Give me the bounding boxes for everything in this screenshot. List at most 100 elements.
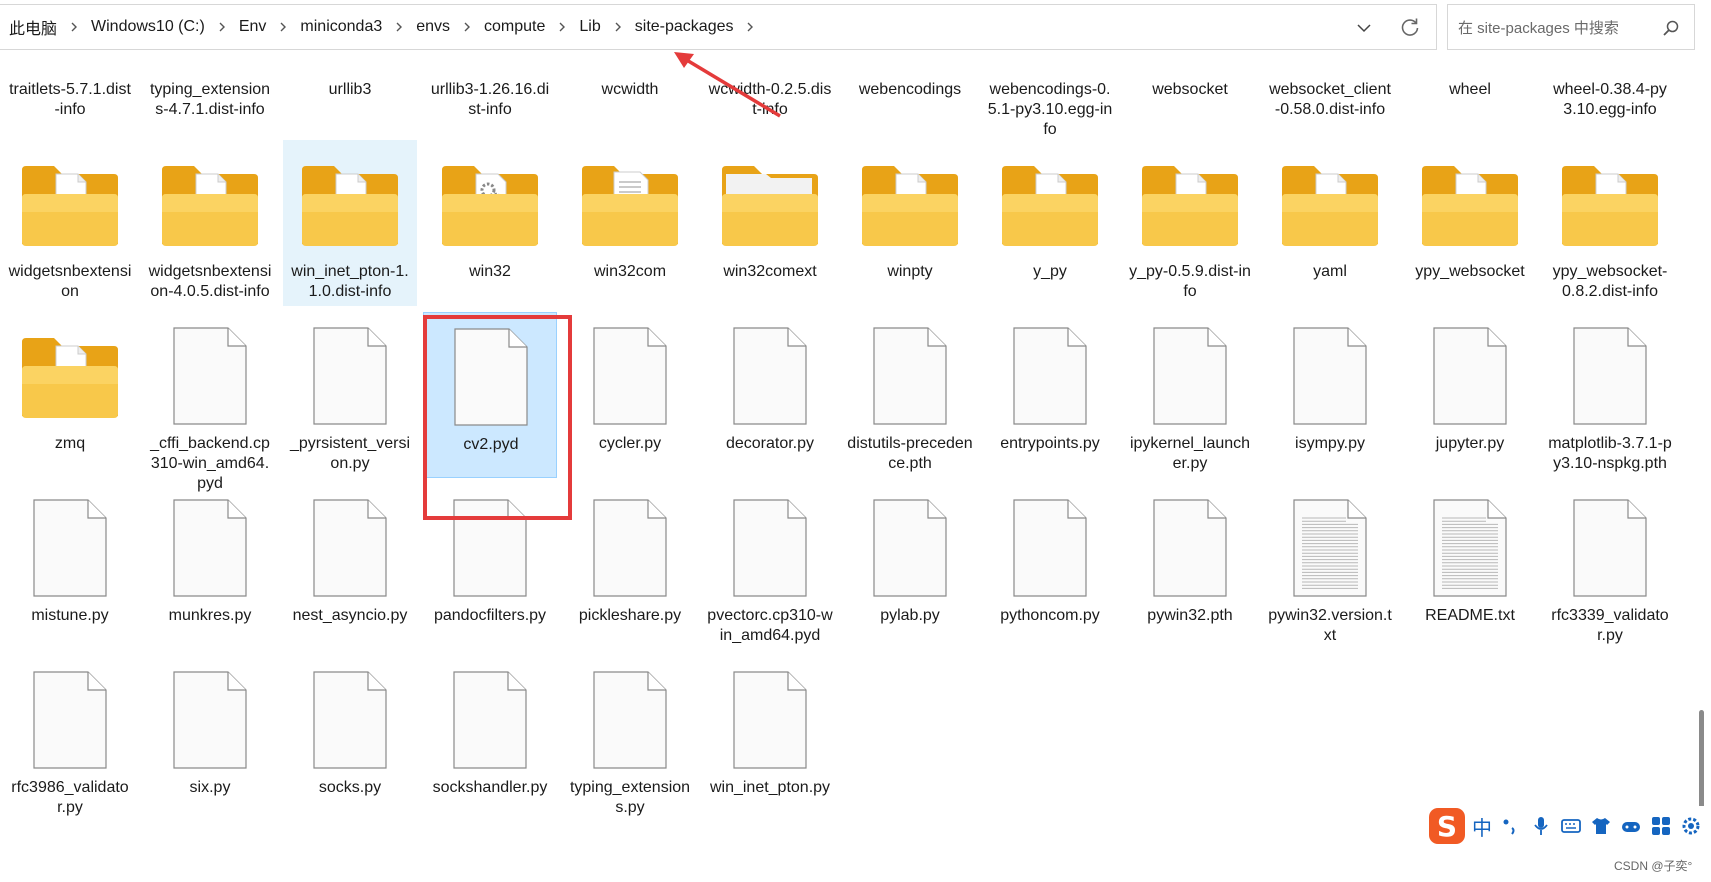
- folder-document-icon: [576, 152, 684, 260]
- file-item[interactable]: distutils-precedence.pth: [843, 312, 977, 492]
- chevron-right-icon[interactable]: [391, 21, 407, 33]
- file-item[interactable]: typing_extensions-4.7.1.dist-info: [143, 70, 277, 140]
- file-item[interactable]: pvectorc.cp310-win_amd64.pyd: [703, 484, 837, 664]
- file-name-label: cycler.py: [598, 435, 662, 452]
- settings-gear-icon[interactable]: [1680, 815, 1702, 837]
- chevron-down-icon[interactable]: [1353, 18, 1375, 38]
- file-item[interactable]: isympy.py: [1263, 312, 1397, 492]
- game-controller-icon[interactable]: [1620, 815, 1642, 837]
- folder-icon: [856, 152, 964, 260]
- file-item[interactable]: _pyrsistent_version.py: [283, 312, 417, 492]
- breadcrumb-item[interactable]: Lib: [570, 18, 609, 36]
- file-name-label: wheel: [1449, 81, 1491, 98]
- refresh-icon[interactable]: [1398, 15, 1422, 39]
- file-item[interactable]: cv2.pyd: [423, 312, 557, 478]
- file-name-label: munkres.py: [168, 607, 252, 624]
- file-item[interactable]: y_py: [983, 140, 1117, 320]
- file-item[interactable]: rfc3339_validator.py: [1543, 484, 1677, 664]
- chevron-right-icon[interactable]: [742, 21, 758, 33]
- file-item[interactable]: wcwidth-0.2.5.dist-info: [703, 70, 837, 140]
- file-item[interactable]: pylab.py: [843, 484, 977, 664]
- chevron-right-icon[interactable]: [66, 21, 82, 33]
- file-item[interactable]: matplotlib-3.7.1-py3.10-nspkg.pth: [1543, 312, 1677, 492]
- chevron-right-icon[interactable]: [554, 21, 570, 33]
- ime-mode-label[interactable]: 中: [1472, 812, 1492, 841]
- file-item[interactable]: nest_asyncio.py: [283, 484, 417, 664]
- breadcrumb-item[interactable]: site-packages: [626, 18, 743, 36]
- file-icon: [576, 496, 684, 604]
- keyboard-icon[interactable]: [1560, 815, 1582, 837]
- folder-icon: [996, 152, 1104, 260]
- vertical-scrollbar[interactable]: [1695, 52, 1711, 882]
- file-item[interactable]: pandocfilters.py: [423, 484, 557, 664]
- microphone-icon[interactable]: [1530, 815, 1552, 837]
- file-item[interactable]: sockshandler.py: [423, 656, 557, 836]
- file-icon: [716, 496, 824, 604]
- chevron-right-icon[interactable]: [610, 21, 626, 33]
- file-item[interactable]: websocket_client-0.58.0.dist-info: [1263, 70, 1397, 140]
- breadcrumb-item[interactable]: 此电脑: [0, 15, 66, 39]
- file-item[interactable]: ypy_websocket: [1403, 140, 1537, 320]
- breadcrumb-item[interactable]: Env: [230, 18, 276, 36]
- skin-shirt-icon[interactable]: [1590, 815, 1612, 837]
- file-item[interactable]: urllib3-1.26.16.dist-info: [423, 70, 557, 140]
- address-bar[interactable]: 此电脑 Windows10 (C:) Env miniconda3 envs comput…: [0, 4, 1437, 50]
- file-item[interactable]: README.txt: [1403, 484, 1537, 664]
- file-item[interactable]: ypy_websocket-0.8.2.dist-info: [1543, 140, 1677, 320]
- file-item[interactable]: socks.py: [283, 656, 417, 836]
- file-item[interactable]: pywin32.pth: [1123, 484, 1257, 664]
- file-name-label: ypy_websocket: [1415, 263, 1525, 280]
- toolbox-grid-icon[interactable]: [1650, 815, 1672, 837]
- file-icon: [716, 668, 824, 776]
- file-item[interactable]: win_inet_pton.py: [703, 656, 837, 836]
- chevron-right-icon[interactable]: [459, 21, 475, 33]
- file-item[interactable]: win_inet_pton-1.1.0.dist-info: [283, 140, 417, 306]
- file-icon: [576, 324, 684, 432]
- file-item[interactable]: wcwidth: [563, 70, 697, 140]
- file-item[interactable]: typing_extensions.py: [563, 656, 697, 836]
- punctuation-icon[interactable]: [1500, 815, 1522, 837]
- file-item[interactable]: y_py-0.5.9.dist-info: [1123, 140, 1257, 320]
- breadcrumb-item[interactable]: compute: [475, 18, 554, 36]
- file-item[interactable]: win32: [423, 140, 557, 320]
- file-item[interactable]: pickleshare.py: [563, 484, 697, 664]
- ime-toolbar[interactable]: S 中: [1428, 806, 1711, 846]
- file-item[interactable]: decorator.py: [703, 312, 837, 492]
- file-item[interactable]: webencodings-0.5.1-py3.10.egg-info: [983, 70, 1117, 140]
- file-item[interactable]: mistune.py: [3, 484, 137, 664]
- text-file-icon: [1416, 496, 1524, 604]
- file-item[interactable]: yaml: [1263, 140, 1397, 320]
- file-item[interactable]: urllib3: [283, 70, 417, 140]
- chevron-right-icon[interactable]: [275, 21, 291, 33]
- sogou-logo-icon[interactable]: S: [1428, 807, 1466, 845]
- file-item[interactable]: _cffi_backend.cp310-win_amd64.pyd: [143, 312, 277, 492]
- breadcrumb-item[interactable]: Windows10 (C:): [82, 18, 214, 36]
- file-item[interactable]: rfc3986_validator.py: [3, 656, 137, 836]
- file-item[interactable]: pythoncom.py: [983, 484, 1117, 664]
- file-item[interactable]: win32com: [563, 140, 697, 320]
- file-item[interactable]: munkres.py: [143, 484, 277, 664]
- file-item[interactable]: websocket: [1123, 70, 1257, 140]
- file-item[interactable]: traitlets-5.7.1.dist-info: [3, 70, 137, 140]
- file-item[interactable]: six.py: [143, 656, 277, 836]
- file-item[interactable]: wheel: [1403, 70, 1537, 140]
- file-item[interactable]: widgetsnbextension: [3, 140, 137, 320]
- breadcrumb-item[interactable]: miniconda3: [291, 18, 391, 36]
- file-item[interactable]: ipykernel_launcher.py: [1123, 312, 1257, 492]
- search-box[interactable]: [1447, 4, 1695, 51]
- file-item[interactable]: webencodings: [843, 70, 977, 140]
- file-item[interactable]: wheel-0.38.4-py3.10.egg-info: [1543, 70, 1677, 140]
- file-item[interactable]: entrypoints.py: [983, 312, 1117, 492]
- file-item[interactable]: jupyter.py: [1403, 312, 1537, 492]
- file-item[interactable]: widgetsnbextension-4.0.5.dist-info: [143, 140, 277, 320]
- file-item[interactable]: win32comext: [703, 140, 837, 320]
- file-item[interactable]: winpty: [843, 140, 977, 320]
- breadcrumb-item[interactable]: envs: [407, 18, 459, 36]
- search-icon[interactable]: [1662, 19, 1680, 37]
- file-item[interactable]: cycler.py: [563, 312, 697, 492]
- chevron-right-icon[interactable]: [214, 21, 230, 33]
- file-item[interactable]: pywin32.version.txt: [1263, 484, 1397, 664]
- file-item[interactable]: zmq: [3, 312, 137, 492]
- file-icon: [1416, 324, 1524, 432]
- search-input[interactable]: [1456, 5, 1660, 51]
